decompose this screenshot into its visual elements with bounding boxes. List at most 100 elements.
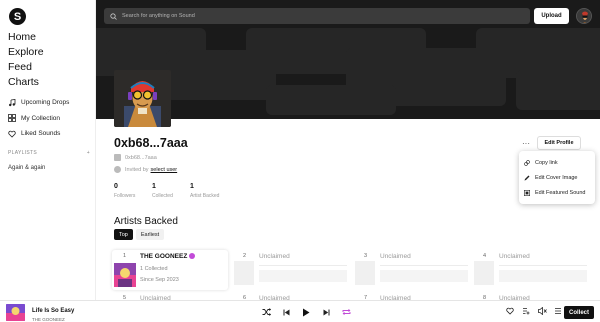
nav-charts[interactable]: Charts	[8, 75, 44, 90]
now-playing-artist[interactable]: THE GOONEEZ	[32, 317, 65, 322]
next-icon[interactable]	[316, 306, 336, 318]
profile-stats: 0 Followers 1 Collected 1 Artist Backed	[114, 183, 228, 199]
profile-handle: 0xb68...7aaa	[114, 136, 188, 150]
wallet-icon	[114, 154, 121, 161]
playback-controls	[256, 306, 356, 318]
menu-item-label: Edit Cover Image	[535, 174, 578, 181]
stat-value: 1	[152, 183, 156, 190]
add-playlist-button[interactable]: +	[87, 150, 90, 156]
search-placeholder: Search for anything on Sound	[122, 13, 195, 19]
stat-label: Artist Backed	[190, 193, 220, 199]
sidebar-item-label: Upcoming Drops	[21, 99, 70, 107]
previous-icon[interactable]	[276, 306, 296, 318]
profile-picture[interactable]	[114, 70, 171, 127]
stat-collected[interactable]: 1 Collected	[152, 183, 190, 199]
avatar[interactable]	[576, 8, 592, 24]
menu-item-edit-cover-image[interactable]: Edit Cover Image	[524, 170, 590, 185]
select-user-link[interactable]: select user	[151, 167, 178, 173]
nav-home[interactable]: Home	[8, 30, 44, 45]
artist-artwork-placeholder	[234, 261, 254, 285]
menu-item-label: Edit Featured Sound	[535, 189, 586, 196]
stat-artist-backed[interactable]: 1 Artist Backed	[190, 183, 228, 199]
music-note-icon	[8, 98, 16, 107]
sidebar-item-my-collection[interactable]: My Collection	[8, 111, 69, 127]
sidebar: S Home Explore Feed Charts Upcoming Drop…	[0, 0, 96, 300]
stat-label: Collected	[152, 193, 173, 199]
artist-name: Unclaimed	[380, 253, 411, 260]
link-icon	[524, 159, 530, 166]
artist-card-unclaimed[interactable]: 3 Unclaimed	[355, 252, 471, 292]
menu-item-copy-link[interactable]: Copy link	[524, 155, 590, 170]
stat-value: 1	[190, 183, 194, 190]
wallet-address: 0xb68...7aaa	[125, 154, 157, 161]
heart-icon	[8, 130, 16, 138]
collect-button[interactable]: Collect	[564, 306, 594, 319]
main-nav: Home Explore Feed Charts	[8, 30, 44, 90]
invited-prefix: Invited by	[125, 166, 149, 173]
volume-icon[interactable]	[534, 307, 550, 317]
repeat-icon[interactable]	[336, 306, 356, 318]
now-playing-title[interactable]: Life Is So Easy	[32, 308, 74, 314]
shuffle-icon[interactable]	[256, 306, 276, 318]
artist-card-unclaimed[interactable]: 2 Unclaimed	[234, 252, 350, 292]
filter-earliest[interactable]: Earliest	[135, 229, 165, 240]
now-playing-artwork[interactable]	[6, 304, 25, 321]
menu-item-edit-featured-sound[interactable]: Edit Featured Sound	[524, 185, 590, 200]
nav-explore[interactable]: Explore	[8, 45, 44, 60]
sidebar-item-label: My Collection	[21, 114, 61, 122]
stat-followers[interactable]: 0 Followers	[114, 183, 152, 199]
playlists-section: PLAYLISTS + Again & again	[8, 150, 90, 171]
sidebar-item-liked-sounds[interactable]: Liked Sounds	[8, 126, 69, 142]
artist-name: Unclaimed	[499, 253, 530, 260]
stat-label: Followers	[114, 193, 136, 199]
heart-icon[interactable]	[502, 307, 518, 317]
sidebar-item-label: Liked Sounds	[21, 130, 61, 138]
user-icon	[114, 166, 121, 173]
artists-filters: Top Earliest	[114, 229, 167, 240]
edit-profile-button[interactable]: Edit Profile	[537, 136, 581, 150]
wallet-address-row[interactable]: 0xb68...7aaa	[114, 154, 157, 161]
grid-icon	[8, 114, 16, 123]
menu-item-label: Copy link	[535, 159, 558, 166]
pencil-icon	[524, 175, 530, 181]
artist-card-unclaimed[interactable]: 4 Unclaimed	[474, 252, 590, 292]
artist-artwork	[114, 263, 136, 287]
verified-icon	[189, 253, 196, 260]
artist-name: THE GOONEEZ	[140, 253, 196, 260]
artist-since-date: Since Sep 2023	[140, 277, 179, 283]
player-bar: Life Is So Easy THE GOONEEZ Collect	[0, 300, 600, 322]
artist-rank: 4	[483, 253, 487, 259]
more-options-button[interactable]: ···	[517, 137, 535, 149]
divider	[499, 265, 587, 266]
sidebar-item-upcoming-drops[interactable]: Upcoming Drops	[8, 95, 69, 111]
sound-logo[interactable]: S	[9, 8, 26, 25]
playlist-item[interactable]: Again & again	[8, 165, 90, 171]
upload-button[interactable]: Upload	[534, 8, 569, 24]
artist-artwork-placeholder	[474, 261, 494, 285]
playlists-header: PLAYLISTS	[8, 150, 38, 156]
filter-top[interactable]: Top	[114, 229, 133, 240]
placeholder-bar	[499, 270, 587, 282]
play-icon[interactable]	[296, 306, 316, 318]
add-to-playlist-icon[interactable]	[518, 307, 534, 317]
artist-rank: 3	[364, 253, 368, 259]
divider	[380, 265, 468, 266]
player-secondary-controls	[502, 307, 566, 317]
artist-artwork-placeholder	[355, 261, 375, 285]
search-input[interactable]: Search for anything on Sound	[104, 8, 530, 24]
artist-name-text: THE GOONEEZ	[140, 253, 188, 260]
image-icon	[524, 189, 530, 196]
app-root: S Home Explore Feed Charts Upcoming Drop…	[0, 0, 600, 322]
stat-value: 0	[114, 183, 118, 190]
invited-row: Invited by select user	[114, 166, 177, 173]
artist-name: Unclaimed	[259, 253, 290, 260]
artist-rank: 1	[123, 253, 127, 259]
artist-card-the-gooneez[interactable]: 1 THE GOONEEZ 1 Collected Since Sep 2023	[112, 250, 228, 290]
artist-rank: 2	[243, 253, 247, 259]
sub-nav: Upcoming Drops My Collection Liked Sound…	[8, 95, 69, 142]
artist-collected-count: 1 Collected	[140, 266, 168, 272]
placeholder-bar	[380, 270, 468, 282]
divider	[259, 265, 347, 266]
search-icon	[110, 12, 117, 20]
nav-feed[interactable]: Feed	[8, 60, 44, 75]
